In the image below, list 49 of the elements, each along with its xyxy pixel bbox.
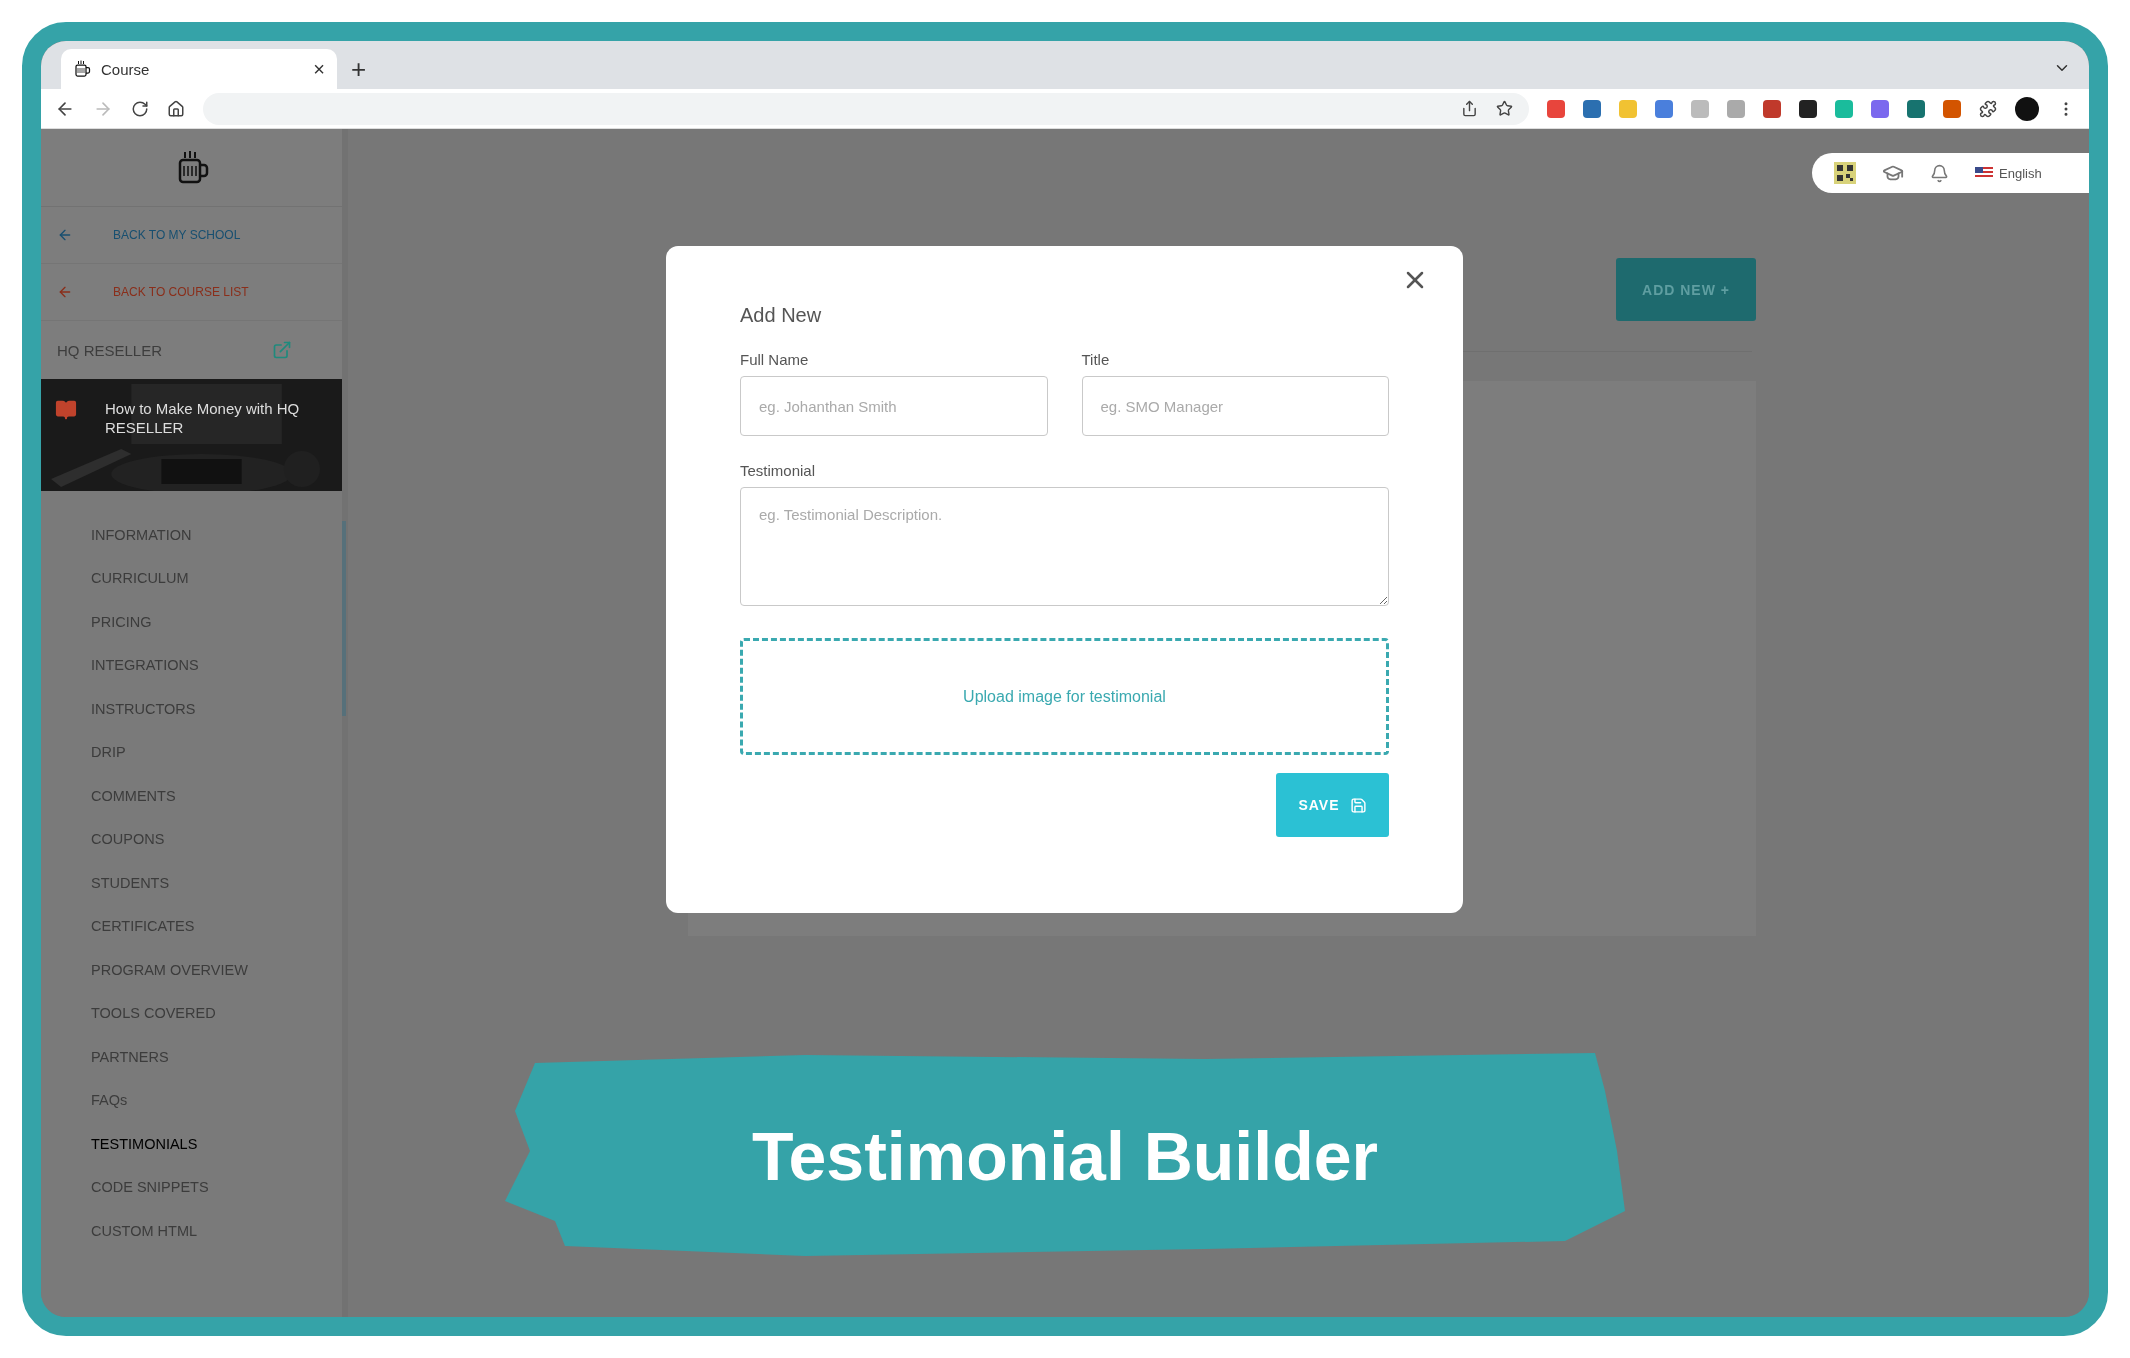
input-field[interactable]: eg. SMO Manager (1081, 376, 1389, 436)
sidebar-item[interactable]: TOOLS COVERED (91, 991, 342, 1035)
sidebar-item[interactable]: CERTIFICATES (91, 904, 342, 948)
puzzle-icon[interactable] (1979, 99, 1997, 118)
sidebar-item[interactable]: PROGRAM OVERVIEW (91, 948, 342, 992)
sidebar-item[interactable]: INTEGRATIONS (91, 643, 342, 687)
sidebar-item[interactable]: INSTRUCTORS (91, 687, 342, 731)
qr-code-icon[interactable] (1834, 162, 1856, 184)
star-icon[interactable] (1496, 100, 1513, 117)
textarea-field[interactable]: eg. Testimonial Description. (740, 487, 1389, 606)
share-icon[interactable] (1461, 100, 1478, 117)
field-label: Full Name (740, 351, 810, 368)
home-icon[interactable] (167, 99, 185, 118)
avatar-icon[interactable] (2015, 96, 2039, 121)
book-icon (55, 399, 77, 421)
upload-dropzone[interactable]: Upload image for testimonial (740, 638, 1389, 755)
language-selector[interactable]: English (1975, 165, 2042, 181)
save-button[interactable]: SAVE (1276, 773, 1389, 837)
sidebar-item[interactable]: INFORMATION (91, 513, 342, 557)
new-tab-button[interactable]: + (351, 49, 367, 89)
sidebar-item[interactable]: CODE SNIPPETS (91, 1165, 342, 1209)
sidebar-item[interactable]: TESTIMONIALS (91, 1122, 342, 1166)
input-field[interactable]: eg. Johanthan Smith (740, 376, 1048, 436)
tab-close-button[interactable]: × (313, 57, 325, 81)
sidebar-item[interactable]: PARTNERS (91, 1035, 342, 1079)
add-new-button[interactable]: ADD NEW + (1616, 258, 1756, 321)
sidebar-item[interactable]: STUDENTS (91, 861, 342, 905)
banner-title: Testimonial Builder (751, 1117, 1379, 1196)
school-name: HQ RESELLER (57, 341, 163, 359)
flag-icon (1975, 167, 1993, 179)
sidebar-item[interactable]: FAQs (91, 1078, 342, 1122)
field-label: Title (1081, 351, 1111, 368)
sidebar-item[interactable]: CUSTOM HTML (91, 1209, 342, 1253)
browser-tab[interactable]: Course × (61, 49, 337, 89)
arrow-left-icon (57, 227, 73, 243)
course-title: How to Make Money with HQ RESELLER (105, 399, 301, 437)
extension-icon[interactable] (1799, 99, 1817, 118)
field-label: Testimonial (740, 462, 817, 479)
sidebar-item[interactable]: COUPONS (91, 817, 342, 861)
sidebar-item[interactable]: PRICING (91, 600, 342, 644)
sidebar-item[interactable]: CURRICULUM (91, 556, 342, 600)
reload-icon[interactable] (131, 99, 149, 118)
tab-title: Course (101, 60, 151, 78)
sidebar-item[interactable]: DRIP (91, 730, 342, 774)
bell-icon[interactable] (1930, 163, 1949, 183)
save-icon (1349, 796, 1367, 814)
modal-title: Add New (740, 304, 823, 327)
sidebar-item[interactable]: COMMENTS (91, 774, 342, 818)
mug-icon (73, 60, 91, 78)
